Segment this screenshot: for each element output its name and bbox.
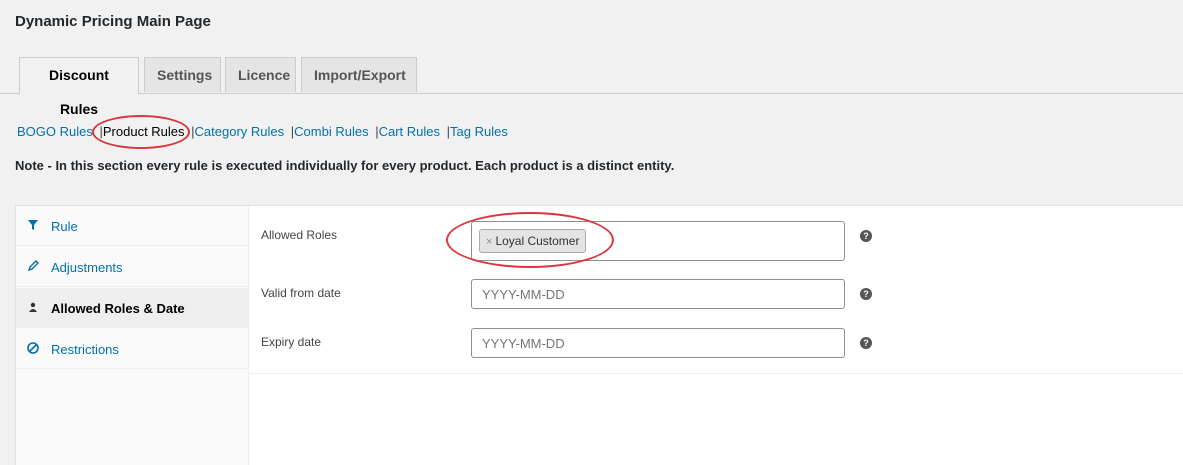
page-title: Dynamic Pricing Main Page [15, 13, 211, 30]
sidenav-item-allowed-roles-date[interactable]: Allowed Roles & Date [16, 288, 248, 328]
tab-bar: Discount Rules Settings Licence Import/E… [0, 57, 1183, 117]
expiry-date-input[interactable] [471, 328, 845, 358]
user-icon [29, 302, 37, 312]
sidenav-item-label: Allowed Roles & Date [51, 301, 185, 316]
subnav-combi-rules[interactable]: Combi Rules [294, 124, 368, 139]
help-icon[interactable]: ? [860, 288, 872, 300]
valid-from-label: Valid from date [261, 286, 341, 300]
role-chip-label: Loyal Customer [495, 234, 580, 248]
rule-panel: Rule Adjustments Allowed Roles & Date Re… [15, 205, 1183, 465]
tab-import-export[interactable]: Import/Export [301, 57, 417, 92]
allowed-roles-label: Allowed Roles [261, 228, 338, 242]
section-note: Note - In this section every rule is exe… [15, 158, 675, 173]
sidenav-item-restrictions[interactable]: Restrictions [16, 329, 248, 369]
tab-licence[interactable]: Licence [225, 57, 296, 92]
rule-type-nav: BOGO Rules |Product Rules |Category Rule… [17, 124, 508, 139]
valid-from-date-input[interactable] [471, 279, 845, 309]
remove-role-icon[interactable]: × [486, 236, 492, 248]
tab-discount-rules[interactable]: Discount Rules [19, 57, 139, 117]
rule-sidenav: Rule Adjustments Allowed Roles & Date Re… [16, 206, 249, 465]
allowed-roles-select[interactable]: × Loyal Customer [471, 221, 845, 261]
sidenav-item-label: Restrictions [51, 342, 119, 357]
subnav-bogo-rules[interactable]: BOGO Rules [17, 124, 93, 139]
allowed-roles-date-form: Allowed Roles × Loyal Customer ? Valid fr… [249, 206, 1183, 374]
subnav-product-rules[interactable]: Product Rules [103, 124, 185, 139]
sidenav-item-adjustments[interactable]: Adjustments [16, 247, 248, 287]
ban-icon [27, 342, 39, 354]
tab-settings[interactable]: Settings [144, 57, 221, 92]
role-chip-loyal-customer: × Loyal Customer [479, 229, 587, 253]
help-icon[interactable]: ? [860, 230, 872, 242]
sidenav-item-label: Adjustments [51, 260, 123, 275]
expiry-date-label: Expiry date [261, 335, 322, 349]
sidenav-item-label: Rule [51, 219, 78, 234]
subnav-tag-rules[interactable]: Tag Rules [450, 124, 508, 139]
subnav-category-rules[interactable]: Category Rules [195, 124, 285, 139]
help-icon[interactable]: ? [860, 337, 872, 349]
subnav-cart-rules[interactable]: Cart Rules [379, 124, 440, 139]
filter-icon [28, 220, 38, 230]
pencil-icon [27, 260, 39, 272]
sidenav-item-rule[interactable]: Rule [16, 206, 248, 246]
